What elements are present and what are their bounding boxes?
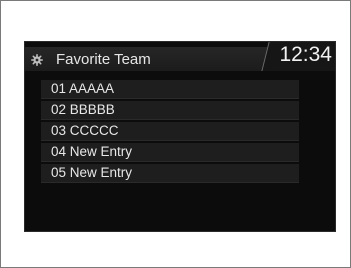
list-item[interactable]: 03 CCCCC [41,122,299,141]
list-item[interactable]: 01 AAAAA [41,80,299,99]
header-bar: Favorite Team 12:34 [25,42,335,71]
clock-tab: 12:34 [273,42,335,71]
favorite-team-list: 01 AAAAA 02 BBBBB 03 CCCCC 04 New Entry … [41,80,299,185]
list-item-label: 01 AAAAA [51,81,115,96]
page-title: Favorite Team [56,51,151,68]
list-item[interactable]: 04 New Entry [41,143,299,162]
list-item[interactable]: 05 New Entry [41,164,299,183]
gear-icon [31,53,43,66]
list-item-label: 02 BBBBB [51,102,115,117]
figure-frame: Favorite Team 12:34 01 AAAAA 02 BBBBB 03… [0,0,351,268]
list-item-label: 04 New Entry [51,144,133,159]
list-item[interactable]: 02 BBBBB [41,101,299,120]
clock-display: 12:34 [279,43,332,66]
list-item-label: 03 CCCCC [51,123,119,138]
display-screen: Favorite Team 12:34 01 AAAAA 02 BBBBB 03… [24,41,336,232]
list-item-label: 05 New Entry [51,165,133,180]
